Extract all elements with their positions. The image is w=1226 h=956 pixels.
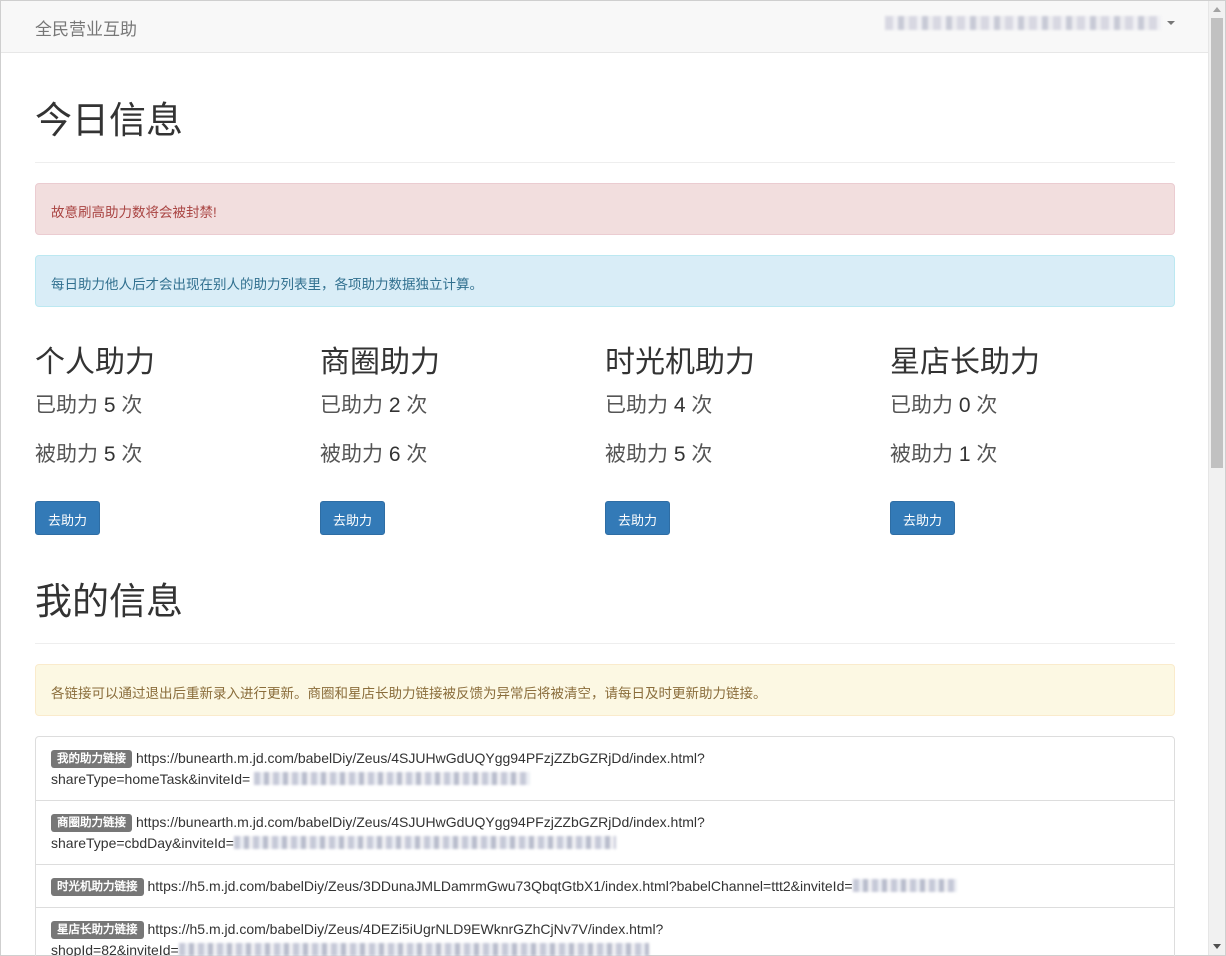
stat-star-shop-manager: 星店长助力 已助力 0 次 被助力 1 次 去助力 [890,345,1175,535]
blurred-invite-id [254,772,531,785]
link-url-cont[interactable]: shopId=82&inviteId= [51,942,179,956]
stat-time-machine: 时光机助力 已助力 4 次 被助力 5 次 去助力 [605,345,890,535]
go-help-business-button[interactable]: 去助力 [320,501,386,535]
link-label: 星店长助力链接 [51,921,144,939]
go-help-personal-button[interactable]: 去助力 [35,501,101,535]
link-url[interactable]: https://bunearth.m.jd.com/babelDiy/Zeus/… [136,750,705,766]
link-url[interactable]: https://bunearth.m.jd.com/babelDiy/Zeus/… [136,814,705,830]
scrollbar-thumb[interactable] [1211,18,1223,468]
navbar: 全民营业互助 [1,1,1208,53]
link-label: 时光机助力链接 [51,878,144,896]
blurred-invite-id [178,943,649,956]
navbar-brand[interactable]: 全民营业互助 [35,15,137,40]
list-item[interactable]: 时光机助力链接 https://h5.m.jd.com/babelDiy/Zeus… [36,864,1174,907]
helped-count: 已助力 0 次 [890,394,998,417]
main-container: 今日信息 故意刷高助力数将会被封禁! 每日助力他人后才会出现在别人的助力列表里，… [35,53,1175,956]
vertical-scrollbar[interactable] [1208,1,1225,955]
link-url[interactable]: https://h5.m.jd.com/babelDiy/Zeus/3DDuna… [148,878,853,894]
blurred-invite-id [852,879,957,892]
user-menu-dropdown[interactable] [885,16,1175,30]
received-count: 被助力 5 次 [35,443,143,466]
helped-count: 已助力 4 次 [605,394,713,417]
list-item[interactable]: 星店长助力链接 https://h5.m.jd.com/babelDiy/Zeus… [36,907,1174,956]
blurred-invite-id [233,836,616,849]
stat-personal: 个人助力 已助力 5 次 被助力 5 次 去助力 [35,345,320,535]
stat-title: 个人助力 [35,346,155,379]
help-links-list: 我的助力链接 https://bunearth.m.jd.com/babelDiy… [35,736,1175,956]
list-item[interactable]: 商圈助力链接 https://bunearth.m.jd.com/babelDiy… [36,800,1174,864]
go-help-time-machine-button[interactable]: 去助力 [605,501,671,535]
caret-down-icon[interactable] [1167,21,1175,25]
link-label: 我的助力链接 [51,750,132,768]
link-url[interactable]: https://h5.m.jd.com/babelDiy/Zeus/4DEZi5… [148,921,664,937]
my-info-title: 我的信息 [35,571,1175,644]
scroll-down-arrow-icon[interactable] [1209,938,1225,955]
go-help-star-shop-button[interactable]: 去助力 [890,501,956,535]
link-url-cont[interactable]: shareType=homeTask&inviteId= [51,771,250,787]
blurred-username[interactable] [885,16,1161,30]
link-update-alert: 各链接可以通过退出后重新录入进行更新。商圈和星店长助力链接被反馈为异常后将被清空… [35,664,1175,716]
received-count: 被助力 1 次 [890,443,998,466]
stat-title: 时光机助力 [605,346,755,379]
stat-business-circle: 商圈助力 已助力 2 次 被助力 6 次 去助力 [320,345,605,535]
helped-count: 已助力 2 次 [320,394,428,417]
list-item[interactable]: 我的助力链接 https://bunearth.m.jd.com/babelDiy… [36,737,1174,800]
stat-title: 星店长助力 [890,346,1040,379]
help-stats: 个人助力 已助力 5 次 被助力 5 次 去助力 商圈助力 已助力 2 次 被助… [35,345,1175,535]
helped-count: 已助力 5 次 [35,394,143,417]
stat-title: 商圈助力 [320,346,440,379]
info-alert: 每日助力他人后才会出现在别人的助力列表里，各项助力数据独立计算。 [35,255,1175,307]
received-count: 被助力 6 次 [320,443,428,466]
ban-warning-alert: 故意刷高助力数将会被封禁! [35,183,1175,235]
today-info-title: 今日信息 [35,90,1175,163]
link-label: 商圈助力链接 [51,814,132,832]
scroll-up-arrow-icon[interactable] [1209,1,1225,18]
received-count: 被助力 5 次 [605,443,713,466]
link-url-cont[interactable]: shareType=cbdDay&inviteId= [51,835,234,851]
